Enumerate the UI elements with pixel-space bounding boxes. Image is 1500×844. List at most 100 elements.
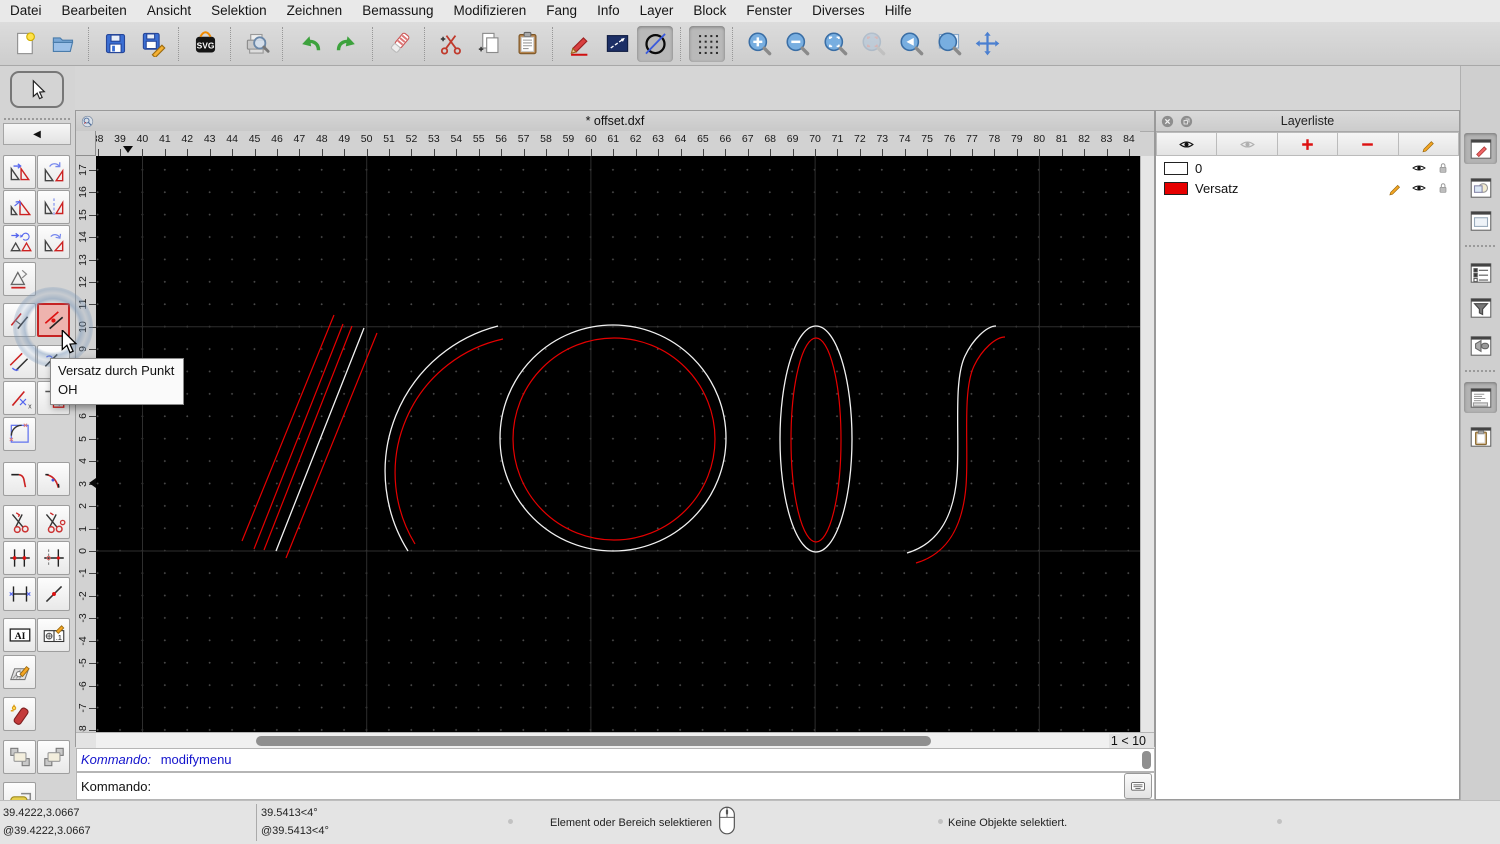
edit-layer-button[interactable] (1398, 132, 1460, 156)
eye-none-button[interactable] (1217, 132, 1278, 156)
undo-button[interactable] (291, 26, 327, 62)
print-preview-button[interactable] (239, 26, 275, 62)
mod-scale-tool-button[interactable] (3, 190, 36, 224)
menu-item-diverses[interactable]: Diverses (802, 0, 875, 22)
draw-pen-button[interactable] (561, 26, 597, 62)
zoom-previous-button[interactable] (893, 26, 929, 62)
mod-move-rotate-tool-button[interactable] (3, 225, 36, 259)
mod-revert-tool-button[interactable] (3, 262, 36, 296)
remove-layer-button[interactable] (1338, 132, 1399, 156)
layer-row-0[interactable]: 0 (1156, 158, 1459, 178)
circle-line-button[interactable] (637, 25, 673, 62)
menu-item-modifizieren[interactable]: Modifizieren (444, 0, 537, 22)
redo-button[interactable] (329, 26, 365, 62)
menu-item-fenster[interactable]: Fenster (736, 0, 802, 22)
offset-parallel-tool-button[interactable] (3, 303, 36, 337)
zoom-in-button[interactable] (741, 26, 777, 62)
zoom-out-button[interactable] (779, 26, 815, 62)
layer-color-swatch[interactable] (1164, 181, 1188, 195)
paste-button[interactable] (509, 26, 545, 62)
menu-item-hilfe[interactable]: Hilfe (875, 0, 922, 22)
dock-properties-button[interactable] (1464, 133, 1497, 164)
group-b-tool-button[interactable] (37, 740, 70, 774)
dock-clipboard-button[interactable] (1464, 421, 1497, 452)
stretch-h-tool-button[interactable] (3, 577, 36, 611)
divide-dashed-tool-button[interactable] (37, 541, 70, 575)
cut-button[interactable] (433, 26, 469, 62)
drawing-canvas[interactable] (96, 156, 1140, 732)
cad-entity-white[interactable] (275, 327, 365, 552)
horizontal-scrollbar-thumb[interactable] (256, 735, 931, 746)
dock-media-button[interactable] (1464, 330, 1497, 361)
copy-button[interactable] (471, 26, 507, 62)
dock-library-button[interactable] (1464, 205, 1497, 236)
layer-lock-icon[interactable] (1435, 160, 1451, 176)
keyboard-toggle-button[interactable] (1124, 773, 1152, 799)
command-history-scrollbar[interactable] (1142, 751, 1151, 769)
horizontal-scrollbar[interactable] (96, 733, 1120, 748)
layer-visibility-icon[interactable] (1411, 160, 1427, 176)
cad-entity-red[interactable] (394, 338, 504, 545)
cad-entity-red[interactable] (285, 332, 378, 559)
menu-item-fang[interactable]: Fang (536, 0, 587, 22)
add-layer-button[interactable] (1277, 132, 1339, 156)
back-button[interactable]: ◀ (3, 123, 71, 145)
layer-lock-icon[interactable] (1435, 180, 1451, 196)
svg-export-button[interactable]: SVG (187, 26, 223, 62)
dock-blocks-button[interactable] (1464, 172, 1497, 203)
save-as-button[interactable] (135, 26, 171, 62)
save-button[interactable] (97, 26, 133, 62)
zoom-auto-button[interactable] (817, 26, 853, 62)
command-input[interactable] (155, 775, 1120, 797)
dock-filter-button[interactable] (1464, 292, 1497, 323)
text-ai-tool-button[interactable]: AI (3, 618, 36, 652)
menu-item-datei[interactable]: Datei (0, 0, 52, 22)
dock-command-button[interactable] (1464, 382, 1497, 413)
layer-color-swatch[interactable] (1164, 161, 1188, 175)
layer-visibility-icon[interactable] (1411, 180, 1427, 196)
grid-button[interactable] (689, 25, 725, 62)
mod-rotate-two-tool-button[interactable] (37, 225, 70, 259)
attributes-tool-button[interactable]: .1 (37, 618, 70, 652)
cad-entity-red[interactable] (263, 325, 353, 551)
mod-lengthen-tool-button[interactable]: x (3, 381, 36, 415)
pan-button[interactable] (969, 26, 1005, 62)
cad-entity-red[interactable] (512, 337, 716, 541)
lengthen-dot-tool-button[interactable] (37, 577, 70, 611)
dock-layers-button[interactable] (1464, 257, 1497, 288)
cad-entity-red[interactable] (241, 314, 335, 542)
menu-item-zeichnen[interactable]: Zeichnen (277, 0, 353, 22)
document-titlebar[interactable]: * offset.dxf (76, 111, 1154, 132)
group-a-tool-button[interactable] (3, 740, 36, 774)
menu-item-layer[interactable]: Layer (630, 0, 684, 22)
mod-trim-tool-button[interactable] (3, 345, 36, 379)
mod-rotate-tool-button[interactable] (37, 155, 70, 189)
corner-arc-tool-button[interactable] (37, 462, 70, 496)
new-file-button[interactable] (7, 26, 43, 62)
cad-entity-white[interactable] (499, 324, 727, 552)
cut-b-tool-button[interactable] (37, 505, 70, 539)
hatch-edit-tool-button[interactable] (3, 655, 36, 689)
mod-move-tool-button[interactable] (3, 155, 36, 189)
menu-item-ansicht[interactable]: Ansicht (137, 0, 201, 22)
selection-tool-button[interactable] (10, 71, 64, 108)
cut-a-tool-button[interactable] (3, 505, 36, 539)
menu-item-bemassung[interactable]: Bemassung (352, 0, 443, 22)
cad-entity-red[interactable] (790, 337, 842, 543)
zoom-window-button[interactable] (931, 26, 967, 62)
open-folder-button[interactable] (45, 26, 81, 62)
layer-edit-icon[interactable] (1387, 180, 1403, 196)
mod-fillet-tool-button[interactable] (3, 417, 36, 451)
cad-entity-red[interactable] (253, 323, 344, 550)
explode-tool-button[interactable] (3, 697, 36, 731)
menu-item-bearbeiten[interactable]: Bearbeiten (52, 0, 137, 22)
menu-item-selektion[interactable]: Selektion (201, 0, 277, 22)
cad-entity-white[interactable] (906, 325, 997, 554)
line-properties-button[interactable] (599, 26, 635, 62)
eye-all-button[interactable] (1156, 132, 1218, 156)
menu-item-block[interactable]: Block (683, 0, 736, 22)
vertical-scrollbar[interactable] (1140, 156, 1154, 732)
divide-cross-tool-button[interactable] (3, 541, 36, 575)
menu-item-info[interactable]: Info (587, 0, 630, 22)
layer-row-versatz[interactable]: Versatz (1156, 178, 1459, 198)
